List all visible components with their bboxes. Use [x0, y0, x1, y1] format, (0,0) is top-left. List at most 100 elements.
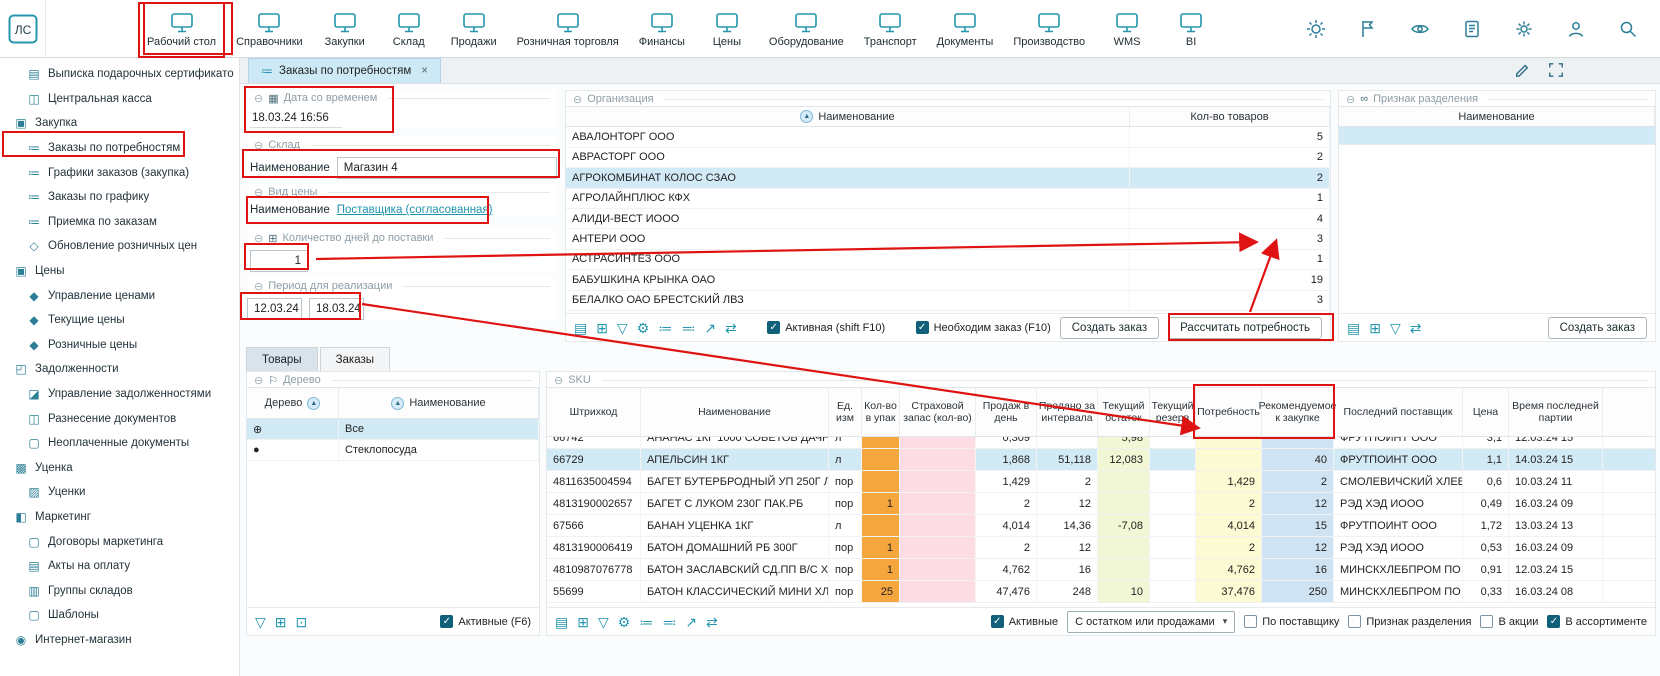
- ribbon-item[interactable]: WMS: [1096, 2, 1158, 58]
- sku-column-header[interactable]: Наименование: [641, 388, 829, 436]
- sidebar-item[interactable]: ▣ Цены: [0, 259, 239, 284]
- tree-footer-checkbox[interactable]: Активные (F6): [440, 615, 531, 628]
- sku-footer-checkbox[interactable]: В акции: [1480, 615, 1538, 628]
- organization-title[interactable]: ⊖ Организация: [566, 91, 1330, 106]
- sidebar-item[interactable]: ▢ Договоры маркетинга: [0, 529, 239, 554]
- ribbon-item[interactable]: Склад: [378, 2, 440, 58]
- stock-filter-select[interactable]: С остатком или продажами ▾: [1067, 611, 1235, 633]
- organization-row[interactable]: АГРОКОМБИНАТ КОЛОС СЗАО 2: [566, 168, 1330, 188]
- bottom-tab[interactable]: Заказы: [320, 347, 390, 371]
- column-header-name[interactable]: ▲ Наименование: [566, 107, 1130, 126]
- refresh-icon[interactable]: ⇄: [725, 321, 737, 335]
- division-title[interactable]: ⊖ ∞ Признак разделения: [1339, 91, 1655, 106]
- brightness-icon[interactable]: [1306, 19, 1326, 39]
- org-footer-checkbox[interactable]: Необходим заказ (F10): [916, 321, 1051, 334]
- tree-title[interactable]: ⊖ ⚐ Дерево: [247, 372, 539, 387]
- grid-view-icon[interactable]: ⊞: [577, 615, 589, 629]
- ribbon-item[interactable]: Оборудование: [760, 2, 853, 58]
- sku-column-header[interactable]: Текущий резерв: [1150, 388, 1196, 436]
- sku-row[interactable]: 66742 АНАНАС 1КГ 1000 СОВЕТОВ ДАЧНИ л 0,…: [547, 437, 1655, 449]
- delivery-days-input[interactable]: 1: [250, 250, 308, 272]
- list-view-icon[interactable]: ▤: [574, 321, 587, 335]
- sku-row[interactable]: 66729 АПЕЛЬСИН 1КГ л 1,868 51,118 12,083…: [547, 449, 1655, 471]
- sidebar-item[interactable]: ≔ Заказы по графику: [0, 185, 239, 210]
- sku-column-header[interactable]: Текущий остаток: [1098, 388, 1150, 436]
- search-icon[interactable]: [1618, 19, 1638, 39]
- sku-column-header[interactable]: Продано за интервала: [1037, 388, 1098, 436]
- sku-footer-checkbox[interactable]: В ассортименте: [1547, 615, 1647, 628]
- ribbon-item[interactable]: Справочники: [227, 2, 312, 58]
- collapse-icon[interactable]: ⊖: [254, 139, 263, 152]
- tab-close-icon[interactable]: ×: [421, 65, 428, 77]
- column-header-name[interactable]: Наименование: [1339, 107, 1655, 126]
- ribbon-item[interactable]: Производство: [1004, 2, 1094, 58]
- pin-flag-icon[interactable]: [1358, 19, 1378, 39]
- column-header-name[interactable]: ▲ Наименование: [339, 388, 539, 418]
- ribbon-item[interactable]: Цены: [696, 2, 758, 58]
- sidebar-item[interactable]: ▣ Закупка: [0, 111, 239, 136]
- profile-user-icon[interactable]: [1566, 19, 1586, 39]
- sku-row[interactable]: 4810987076778 БАТОН ЗАСЛАВСКИЙ СД.ПП В/С…: [547, 559, 1655, 581]
- grid-view-icon[interactable]: ⊞: [1369, 321, 1381, 335]
- org-footer-checkbox[interactable]: Активная (shift F10): [767, 321, 885, 334]
- sku-row[interactable]: 55699 БАТОН КЛАССИЧЕСКИЙ МИНИ ХЛ пор 25 …: [547, 581, 1655, 603]
- calculate-need-button[interactable]: Рассчитать потребность: [1168, 317, 1322, 339]
- organization-row[interactable]: БЕЛАЛКО ОАО БРЕСТСКИЙ ЛВЗ 3: [566, 291, 1330, 311]
- ribbon-item[interactable]: Продажи: [442, 2, 506, 58]
- collapse-icon[interactable]: ⊖: [254, 186, 263, 199]
- sku-title[interactable]: ⊖ SKU: [547, 372, 1655, 387]
- settings-icon[interactable]: ⚙: [637, 321, 650, 335]
- ribbon-item[interactable]: BI: [1160, 2, 1222, 58]
- sidebar-item[interactable]: ◰ Задолженности: [0, 357, 239, 382]
- period-from-input[interactable]: 12.03.24: [247, 298, 302, 320]
- export-icon[interactable]: ↗: [685, 615, 697, 629]
- group-warehouse-title[interactable]: ⊖ Склад: [247, 137, 557, 152]
- list-icon[interactable]: ≔: [658, 321, 672, 335]
- sku-column-header[interactable]: Рекомендуемое к закупке: [1262, 388, 1334, 436]
- list-check-icon[interactable]: ≕: [662, 615, 676, 629]
- warehouse-input[interactable]: Магазин 4: [337, 157, 557, 179]
- settings-gear-icon[interactable]: [1514, 19, 1534, 39]
- group-period-title[interactable]: ⊖ Период для реализации: [247, 278, 557, 293]
- datetime-field[interactable]: 18.03.24 16:56: [250, 110, 342, 128]
- collapse-icon[interactable]: ⊖: [254, 280, 263, 293]
- ribbon-item[interactable]: Документы: [928, 2, 1003, 58]
- view-eye-icon[interactable]: [1410, 19, 1430, 39]
- sidebar-item[interactable]: ◧ Маркетинг: [0, 505, 239, 530]
- sidebar-item[interactable]: ◆ Управление ценами: [0, 283, 239, 308]
- division-empty-selected-row[interactable]: [1339, 127, 1655, 145]
- list-view-icon[interactable]: ▤: [555, 615, 568, 629]
- organization-row[interactable]: АЛИДИ-ВЕСТ ИООО 4: [566, 209, 1330, 229]
- add-icon[interactable]: ⊞: [275, 615, 287, 629]
- list-icon[interactable]: ≔: [639, 615, 653, 629]
- organization-row[interactable]: БАБУШКИНА КРЫНКА ОАО 19: [566, 270, 1330, 290]
- filter-icon[interactable]: ▽: [598, 615, 609, 629]
- app-logo[interactable]: ЛС: [0, 0, 46, 58]
- column-header-tree[interactable]: Дерево ▲: [247, 388, 339, 418]
- grid-view-icon[interactable]: ⊞: [596, 321, 608, 335]
- sku-active-checkbox[interactable]: Активные: [991, 615, 1058, 628]
- sidebar-item[interactable]: ▢ Неоплаченные документы: [0, 431, 239, 456]
- group-datetime-title[interactable]: ⊖ ▦ Дата со временем: [247, 90, 557, 105]
- filter-icon[interactable]: ▽: [617, 321, 628, 335]
- sidebar-item[interactable]: ▢ Шаблоны: [0, 603, 239, 628]
- filter-icon[interactable]: ▽: [255, 615, 266, 629]
- tab-orders-by-needs[interactable]: ≔ Заказы по потребностям ×: [248, 58, 441, 83]
- period-to-input[interactable]: 18.03.24: [309, 298, 364, 320]
- organization-row[interactable]: АВРАСТОРГ ООО 2: [566, 148, 1330, 168]
- tree-row[interactable]: ● Стеклопосуда: [247, 440, 539, 461]
- sku-footer-checkbox[interactable]: Признак разделения: [1348, 615, 1471, 628]
- sidebar-item[interactable]: ◫ Центральная касса: [0, 87, 239, 112]
- refresh-icon[interactable]: ⇄: [1410, 321, 1422, 335]
- bottom-tab[interactable]: Товары: [246, 347, 318, 371]
- column-header-count[interactable]: Кол-во товаров: [1130, 107, 1330, 126]
- sidebar-item[interactable]: ≔ Заказы по потребностям: [0, 136, 239, 161]
- sidebar-item[interactable]: ◉ Интернет-магазин: [0, 628, 239, 653]
- refresh-icon[interactable]: ⇄: [706, 615, 718, 629]
- export-icon[interactable]: ↗: [704, 321, 716, 335]
- sku-column-header[interactable]: Потребность: [1196, 388, 1262, 436]
- organization-row[interactable]: АВАЛОНТОРГ ООО 5: [566, 127, 1330, 147]
- collapse-icon[interactable]: ⊖: [1346, 93, 1355, 106]
- sku-column-header[interactable]: Ед. изм: [829, 388, 862, 436]
- notes-icon[interactable]: [1462, 19, 1482, 39]
